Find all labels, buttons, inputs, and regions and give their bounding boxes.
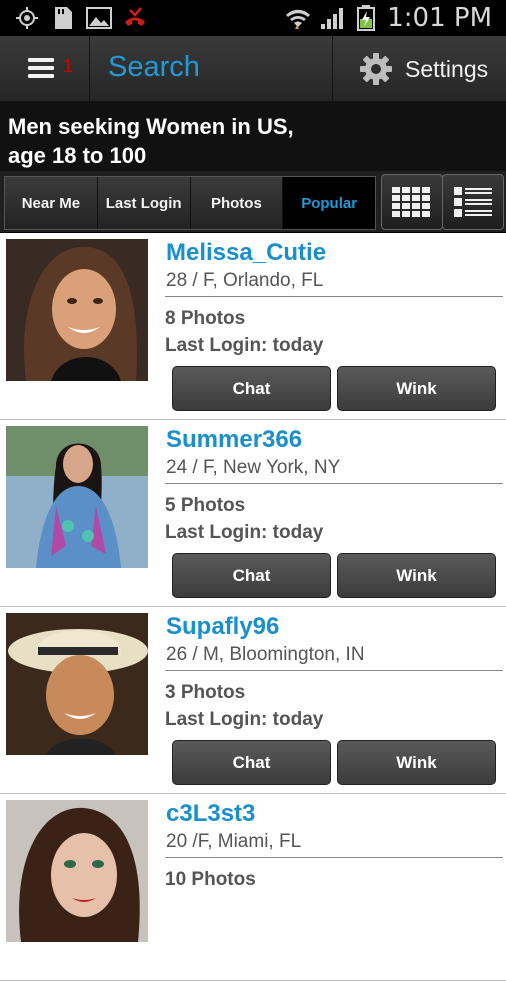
sd-card-icon	[50, 6, 76, 30]
tab-photos[interactable]: Photos	[190, 177, 284, 229]
profile-meta: 28 / F, Orlando, FL	[166, 270, 324, 291]
tab-last-login[interactable]: Last Login	[97, 177, 191, 229]
profile-photo[interactable]	[6, 800, 148, 942]
clock: 1:01 PM	[387, 3, 492, 33]
last-login: Last Login: today	[165, 709, 324, 730]
chat-button[interactable]: Chat	[172, 553, 331, 598]
search-criteria: Men seeking Women in US, age 18 to 100	[0, 102, 506, 171]
status-bar: 1:01 PM	[0, 0, 506, 36]
menu-button[interactable]: 1	[0, 36, 90, 102]
profile-meta: 26 / M, Bloomington, IN	[166, 644, 365, 665]
grid-view-button[interactable]	[381, 174, 443, 230]
divider	[165, 670, 503, 671]
filter-bar: Near Me Last Login Photos Popular	[0, 171, 506, 233]
chat-button[interactable]: Chat	[172, 366, 331, 411]
missed-call-icon	[122, 6, 148, 30]
menu-icon	[28, 58, 54, 78]
settings-button[interactable]: Settings	[332, 36, 506, 102]
profile-photo[interactable]	[6, 426, 148, 568]
list-item[interactable]: c3L3st3 20 /F, Miami, FL 10 Photos	[0, 794, 506, 981]
tab-near-me[interactable]: Near Me	[5, 177, 98, 229]
page-title: Search	[108, 51, 200, 83]
results-list: Melissa_Cutie 28 / F, Orlando, FL 8 Phot…	[0, 233, 506, 981]
photo-count: 10 Photos	[165, 869, 256, 890]
wifi-icon	[285, 6, 311, 30]
chat-button[interactable]: Chat	[172, 740, 331, 785]
divider	[165, 483, 503, 484]
list-view-button[interactable]	[442, 174, 504, 230]
profile-name[interactable]: c3L3st3	[166, 800, 255, 828]
action-bar: 1 Search Settings	[0, 36, 506, 102]
last-login: Last Login: today	[165, 522, 324, 543]
gallery-icon	[86, 6, 112, 30]
gear-icon	[360, 53, 392, 85]
gps-icon	[14, 6, 40, 30]
notification-icons	[14, 6, 148, 30]
profile-meta: 20 /F, Miami, FL	[166, 831, 302, 852]
menu-badge: 1	[63, 56, 74, 76]
list-view-icon	[454, 187, 492, 217]
list-item[interactable]: Supafly96 26 / M, Bloomington, IN 3 Phot…	[0, 607, 506, 794]
divider	[165, 296, 503, 297]
battery-charging-icon	[353, 5, 379, 31]
wink-button[interactable]: Wink	[337, 366, 496, 411]
photo-count: 8 Photos	[165, 308, 246, 329]
wink-button[interactable]: Wink	[337, 553, 496, 598]
profile-photo[interactable]	[6, 239, 148, 381]
criteria-line-2: age 18 to 100	[8, 143, 147, 168]
settings-label: Settings	[405, 56, 489, 82]
last-login: Last Login: today	[165, 335, 324, 356]
photo-count: 3 Photos	[165, 682, 246, 703]
photo-count: 5 Photos	[165, 495, 246, 516]
wink-button[interactable]: Wink	[337, 740, 496, 785]
sort-tabs: Near Me Last Login Photos Popular	[4, 176, 376, 230]
criteria-line-1: Men seeking Women in US,	[8, 114, 294, 139]
list-item[interactable]: Melissa_Cutie 28 / F, Orlando, FL 8 Phot…	[0, 233, 506, 420]
profile-name[interactable]: Supafly96	[166, 613, 279, 641]
grid-view-icon	[392, 187, 430, 217]
profile-meta: 24 / F, New York, NY	[166, 457, 341, 478]
divider	[165, 857, 503, 858]
signal-icon	[319, 6, 345, 30]
list-item[interactable]: Summer366 24 / F, New York, NY 5 Photos …	[0, 420, 506, 607]
profile-name[interactable]: Summer366	[166, 426, 302, 454]
profile-photo[interactable]	[6, 613, 148, 755]
profile-name[interactable]: Melissa_Cutie	[166, 239, 326, 267]
tab-popular[interactable]: Popular	[283, 177, 375, 229]
